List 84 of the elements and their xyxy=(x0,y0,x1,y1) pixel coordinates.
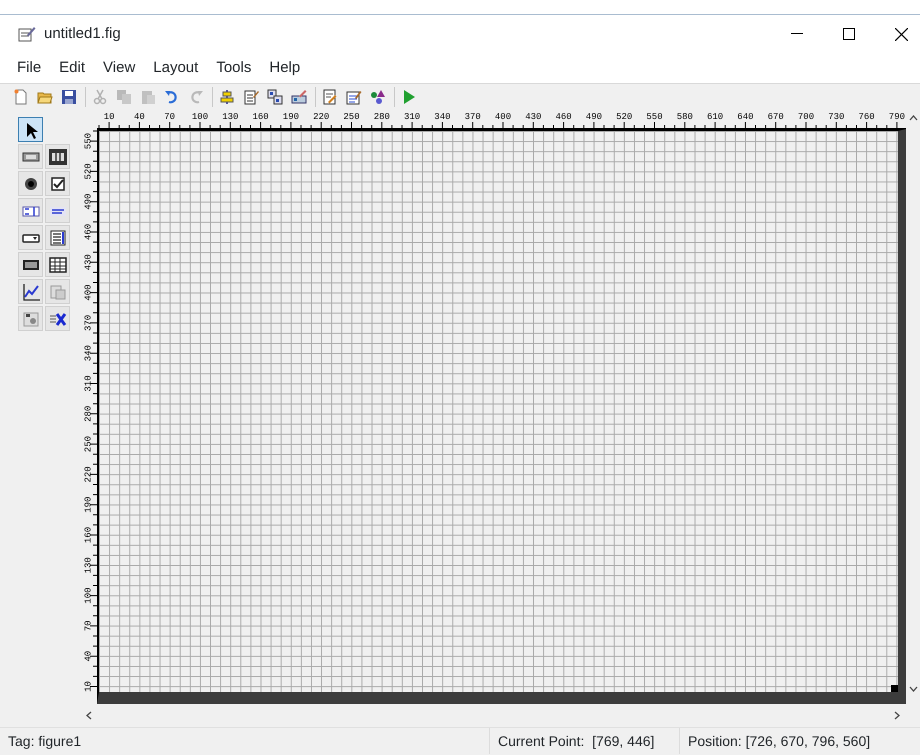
figure-file-icon xyxy=(18,26,36,42)
scroll-up-icon[interactable] xyxy=(908,115,918,121)
table-icon xyxy=(48,254,68,274)
ruler-label: 250 xyxy=(343,112,360,122)
listbox-icon xyxy=(48,228,68,248)
ruler-label: 10 xyxy=(83,681,94,692)
ruler-label: 370 xyxy=(83,314,94,331)
tag-label: Tag: figure1 xyxy=(0,728,490,754)
ruler-label: 400 xyxy=(83,284,94,301)
ruler-label: 10 xyxy=(104,112,114,122)
run-icon xyxy=(401,88,417,104)
ruler-label: 370 xyxy=(464,112,481,122)
minimize-icon[interactable] xyxy=(791,33,803,35)
menu-item[interactable]: Edit xyxy=(50,56,94,80)
menu-item[interactable]: File xyxy=(8,56,50,80)
ruler-label: 640 xyxy=(737,112,754,122)
ruler-label: 220 xyxy=(313,112,330,122)
slider-icon xyxy=(48,146,68,166)
ruler-label: 70 xyxy=(83,620,94,632)
ruler-label: 520 xyxy=(616,112,632,122)
ruler-label: 40 xyxy=(134,112,145,122)
ruler-label: 130 xyxy=(222,112,238,122)
ruler-label: 580 xyxy=(676,112,693,122)
ruler-label: 70 xyxy=(164,112,176,122)
paste-icon xyxy=(140,88,156,104)
ruler-label: 430 xyxy=(525,112,542,122)
ruler-label: 130 xyxy=(83,557,94,574)
scroll-down-icon[interactable] xyxy=(908,686,918,692)
document-pencil-icon xyxy=(243,88,259,104)
ruler-label: 490 xyxy=(83,194,94,210)
axes-icon xyxy=(20,282,40,302)
new-file-icon xyxy=(13,88,29,104)
ruler-label: 520 xyxy=(83,163,94,180)
scroll-right-icon[interactable] xyxy=(894,711,900,720)
ruler-label: 190 xyxy=(83,496,94,513)
ruler-label: 460 xyxy=(83,224,94,240)
ruler-label: 430 xyxy=(83,254,94,270)
shapes-icon xyxy=(370,88,386,104)
list-pencil-icon xyxy=(346,88,362,104)
toolbar-pencil-icon xyxy=(291,88,307,104)
ruler-label: 460 xyxy=(556,112,572,122)
ruler-label: 280 xyxy=(83,406,94,422)
ruler-label: 190 xyxy=(282,112,299,122)
ruler-label: 310 xyxy=(404,112,420,122)
ruler-label: 610 xyxy=(707,112,724,122)
scissors-icon xyxy=(92,88,108,104)
ruler-label: 700 xyxy=(798,112,814,122)
ruler-label: 100 xyxy=(83,588,94,604)
ruler-label: 160 xyxy=(252,112,269,122)
scroll-left-icon[interactable] xyxy=(86,711,92,720)
layout-grid[interactable] xyxy=(97,129,906,704)
ruler-label: 40 xyxy=(83,650,94,662)
ruler-label: 550 xyxy=(646,112,663,122)
menu-item[interactable]: Help xyxy=(260,56,310,80)
close-icon[interactable] xyxy=(895,28,908,40)
align-icon xyxy=(219,88,235,104)
ruler-label: 250 xyxy=(83,436,94,452)
tool-button[interactable] xyxy=(18,117,43,142)
ruler-label: 550 xyxy=(83,133,94,150)
menu-item[interactable]: Layout xyxy=(144,56,208,80)
window-title: untitled1.fig xyxy=(44,24,121,44)
ruler-label: 790 xyxy=(888,112,905,122)
menu-item[interactable]: Tools xyxy=(207,56,260,80)
ruler-label: 730 xyxy=(828,112,844,122)
ruler-label: 280 xyxy=(374,112,390,122)
ruler-label: 160 xyxy=(83,526,94,544)
position-label: Position: [726, 670, 796, 560] xyxy=(687,732,872,751)
ruler-label: 220 xyxy=(83,466,94,482)
ruler-label: 670 xyxy=(768,112,784,122)
page-pencil-icon xyxy=(322,88,338,104)
ruler-label: 340 xyxy=(83,345,94,362)
stacked-boxes-icon xyxy=(267,88,283,104)
ruler-label: 400 xyxy=(494,112,512,122)
copy-icon xyxy=(116,88,132,104)
floppy-icon xyxy=(61,88,77,104)
ruler-label: 340 xyxy=(434,112,450,122)
maximize-icon[interactable] xyxy=(843,28,855,40)
resize-handle[interactable] xyxy=(891,685,898,692)
ruler-label: 310 xyxy=(83,375,94,392)
ruler-label: 100 xyxy=(192,112,208,122)
ruler-label: 490 xyxy=(586,112,602,122)
current-point-label: Current Point: [769, 446] xyxy=(490,728,680,754)
menu-item[interactable]: View xyxy=(94,56,144,80)
ruler-label: 760 xyxy=(858,112,875,122)
